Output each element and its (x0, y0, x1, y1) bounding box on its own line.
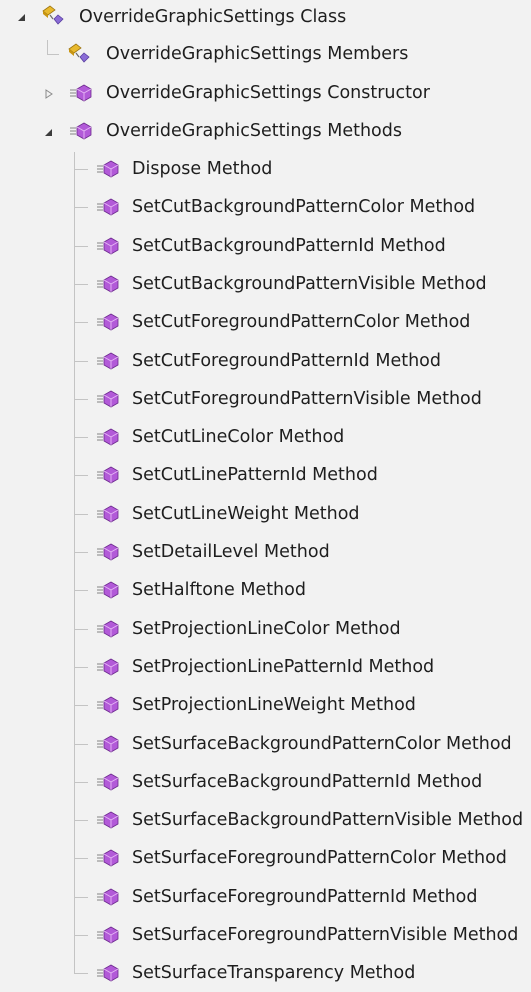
tree-connector (74, 705, 88, 706)
method-icon (97, 581, 119, 599)
tree-connector (74, 552, 88, 553)
method-label: Dispose Method (132, 159, 273, 179)
tree-connector (74, 820, 88, 821)
members-label: OverrideGraphicSettings Members (106, 44, 409, 64)
method-label: SetSurfaceForegroundPatternId Method (132, 887, 478, 907)
method-label: SetSurfaceBackgroundPatternId Method (132, 772, 483, 792)
tree-connector (74, 629, 88, 630)
method-icon (97, 543, 119, 561)
class-label: OverrideGraphicSettings Class (79, 7, 347, 27)
method-icon (97, 313, 119, 331)
method-label: SetCutForegroundPatternColor Method (132, 312, 471, 332)
method-label: SetHalftone Method (132, 580, 306, 600)
tree-connector (74, 858, 88, 859)
tree-connector (74, 973, 88, 974)
method-label: SetSurfaceBackgroundPatternVisible Metho… (132, 810, 524, 830)
tree-connector (74, 246, 88, 247)
tree-connector (47, 40, 48, 54)
method-icon (97, 735, 119, 753)
method-label: SetCutBackgroundPatternVisible Method (132, 274, 487, 294)
method-icon (97, 620, 119, 638)
method-icon (97, 198, 119, 216)
tree-connector (74, 207, 88, 208)
tree-connector (74, 667, 88, 668)
method-icon (97, 696, 119, 714)
method-icon (97, 773, 119, 791)
method-icon (70, 84, 92, 102)
method-label: SetSurfaceForegroundPatternColor Method (132, 848, 507, 868)
tree-connector (74, 897, 88, 898)
tree-connector (74, 590, 88, 591)
tree-connector (74, 361, 88, 362)
method-icon (97, 466, 119, 484)
method-label: SetDetailLevel Method (132, 542, 330, 562)
expand-arrow-icon[interactable] (44, 89, 54, 99)
method-icon (97, 352, 119, 370)
tree-connector (74, 284, 88, 285)
method-label: SetCutLineWeight Method (132, 504, 360, 524)
tree-connector (74, 475, 88, 476)
method-label: SetSurfaceForegroundPatternVisible Metho… (132, 925, 519, 945)
method-icon (97, 849, 119, 867)
collapse-arrow-icon[interactable] (43, 127, 53, 137)
method-icon (97, 658, 119, 676)
method-icon (97, 275, 119, 293)
method-label: SetSurfaceBackgroundPatternColor Method (132, 734, 512, 754)
tree-connector (47, 54, 59, 55)
method-label: SetProjectionLineColor Method (132, 619, 401, 639)
method-label: SetCutLinePatternId Method (132, 465, 378, 485)
class-icon (42, 5, 64, 25)
method-label: SetSurfaceTransparency Method (132, 963, 416, 983)
tree-connector (74, 322, 88, 323)
method-label: SetCutBackgroundPatternId Method (132, 236, 446, 256)
method-label: SetCutLineColor Method (132, 427, 345, 447)
method-icon (97, 926, 119, 944)
methods-label: OverrideGraphicSettings Methods (106, 121, 402, 141)
method-label: SetProjectionLineWeight Method (132, 695, 416, 715)
tree-connector (74, 169, 88, 170)
method-icon (97, 390, 119, 408)
method-icon (97, 505, 119, 523)
method-icon (97, 237, 119, 255)
method-icon (97, 964, 119, 982)
constructor-label: OverrideGraphicSettings Constructor (106, 83, 430, 103)
class-members-icon (68, 43, 90, 63)
method-label: SetCutForegroundPatternId Method (132, 351, 441, 371)
tree-connector (74, 935, 88, 936)
collapse-arrow-icon[interactable] (16, 12, 26, 22)
method-icon (97, 428, 119, 446)
method-label: SetCutBackgroundPatternColor Method (132, 197, 476, 217)
tree-connector (74, 782, 88, 783)
method-icon (70, 122, 92, 140)
tree-connector (74, 437, 88, 438)
method-icon (97, 160, 119, 178)
method-label: SetCutForegroundPatternVisible Method (132, 389, 482, 409)
method-label: SetProjectionLinePatternId Method (132, 657, 435, 677)
method-icon (97, 888, 119, 906)
tree-connector (74, 744, 88, 745)
tree-connector (74, 399, 88, 400)
tree-connector (74, 152, 75, 973)
tree-connector (74, 514, 88, 515)
method-icon (97, 811, 119, 829)
